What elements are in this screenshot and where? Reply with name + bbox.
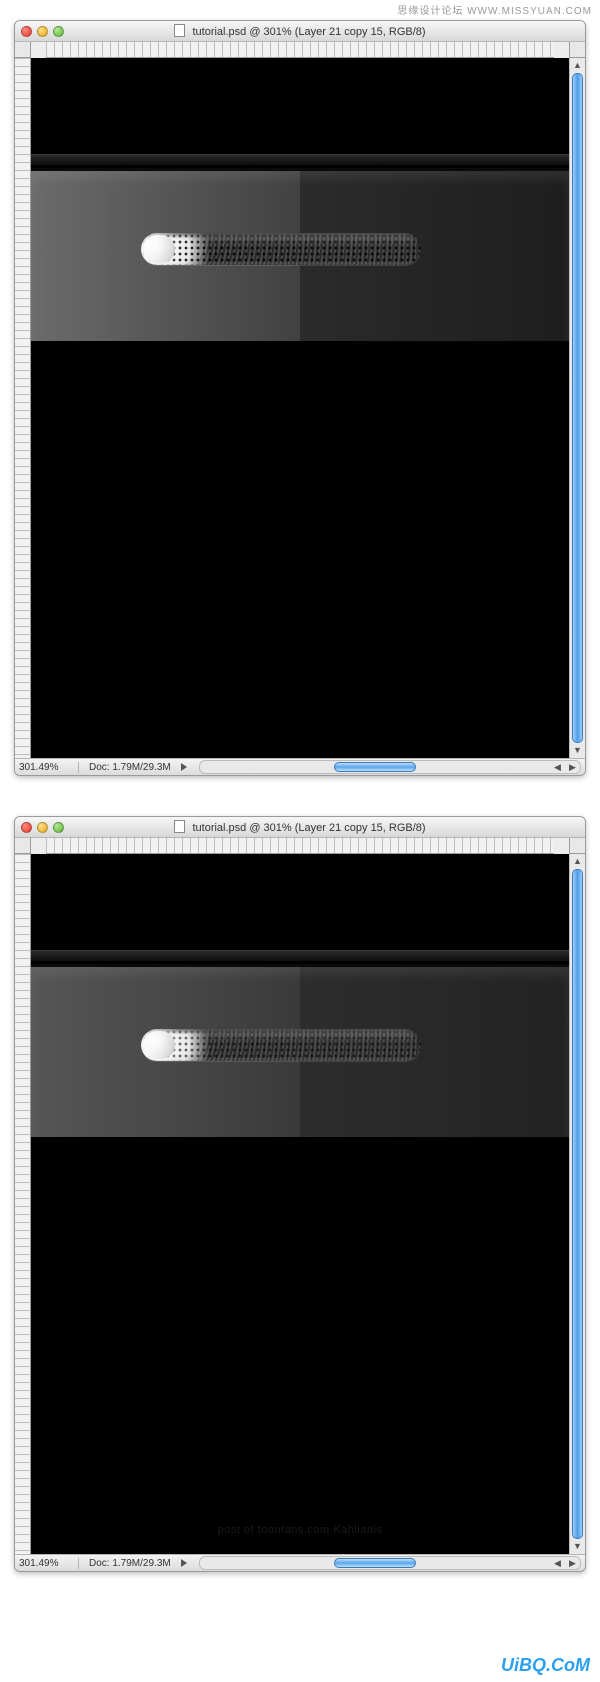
scroll-down-icon[interactable]: ▼: [572, 745, 583, 756]
window-title: tutorial.psd @ 301% (Layer 21 copy 15, R…: [15, 820, 585, 834]
artwork: post of toonfans.com Kahlianis: [31, 854, 569, 1554]
ruler-horizontal[interactable]: [46, 838, 554, 854]
traffic-lights: [21, 822, 64, 833]
horizontal-scroll-thumb[interactable]: [334, 762, 416, 772]
window-titlebar[interactable]: tutorial.psd @ 301% (Layer 21 copy 15, R…: [15, 21, 585, 42]
vertical-scroll-thumb[interactable]: [572, 73, 583, 743]
scroll-left-icon[interactable]: ◀: [552, 1558, 563, 1569]
ruler-origin[interactable]: [15, 838, 31, 854]
speaker-slot-graphic: [141, 233, 421, 265]
ruler-vertical[interactable]: [15, 58, 31, 758]
document-icon: [174, 820, 185, 833]
vertical-scrollbar[interactable]: ▲ ▼: [569, 854, 585, 1554]
scroll-down-icon[interactable]: ▼: [572, 1541, 583, 1552]
status-bar: 301.49% Doc: 1.79M/29.3M ◀ ▶: [15, 758, 585, 775]
status-menu-icon[interactable]: [181, 763, 187, 771]
ruler-vertical[interactable]: [15, 854, 31, 1554]
status-bar: 301.49% Doc: 1.79M/29.3M ◀ ▶: [15, 1554, 585, 1571]
document-icon: [174, 24, 185, 37]
photoshop-document-window: tutorial.psd @ 301% (Layer 21 copy 15, R…: [14, 20, 586, 776]
minimize-icon[interactable]: [37, 822, 48, 833]
horizontal-scrollbar[interactable]: ◀ ▶: [199, 760, 581, 774]
scroll-left-icon[interactable]: ◀: [552, 762, 563, 773]
canvas[interactable]: [31, 58, 569, 758]
ruler-origin[interactable]: [15, 42, 31, 58]
scroll-up-icon[interactable]: ▲: [572, 60, 583, 71]
artwork: [31, 58, 569, 758]
close-icon[interactable]: [21, 822, 32, 833]
credit-text: post of toonfans.com Kahlianis: [218, 1524, 383, 1536]
status-menu-icon[interactable]: [181, 1559, 187, 1567]
doc-size[interactable]: Doc: 1.79M/29.3M: [85, 762, 175, 773]
vertical-scroll-thumb[interactable]: [572, 869, 583, 1539]
close-icon[interactable]: [21, 26, 32, 37]
window-titlebar[interactable]: tutorial.psd @ 301% (Layer 21 copy 15, R…: [15, 817, 585, 838]
zoom-icon[interactable]: [53, 822, 64, 833]
scroll-right-icon[interactable]: ▶: [567, 762, 578, 773]
ruler-horizontal[interactable]: [46, 42, 554, 58]
watermark-top: 思缘设计论坛 WWW.MISSYUAN.COM: [397, 2, 592, 17]
window-title: tutorial.psd @ 301% (Layer 21 copy 15, R…: [15, 24, 585, 38]
watermark-bottom: UiBQ.CoM: [501, 1655, 590, 1676]
zoom-icon[interactable]: [53, 26, 64, 37]
speaker-slot-graphic: [141, 1029, 421, 1061]
zoom-level[interactable]: 301.49%: [19, 762, 79, 773]
horizontal-scroll-thumb[interactable]: [334, 1558, 416, 1568]
scroll-right-icon[interactable]: ▶: [567, 1558, 578, 1569]
doc-size[interactable]: Doc: 1.79M/29.3M: [85, 1558, 175, 1569]
vertical-scrollbar[interactable]: ▲ ▼: [569, 58, 585, 758]
canvas[interactable]: post of toonfans.com Kahlianis: [31, 854, 569, 1554]
horizontal-scrollbar[interactable]: ◀ ▶: [199, 1556, 581, 1570]
photoshop-document-window: tutorial.psd @ 301% (Layer 21 copy 15, R…: [14, 816, 586, 1572]
traffic-lights: [21, 26, 64, 37]
minimize-icon[interactable]: [37, 26, 48, 37]
scroll-up-icon[interactable]: ▲: [572, 856, 583, 867]
zoom-level[interactable]: 301.49%: [19, 1558, 79, 1569]
